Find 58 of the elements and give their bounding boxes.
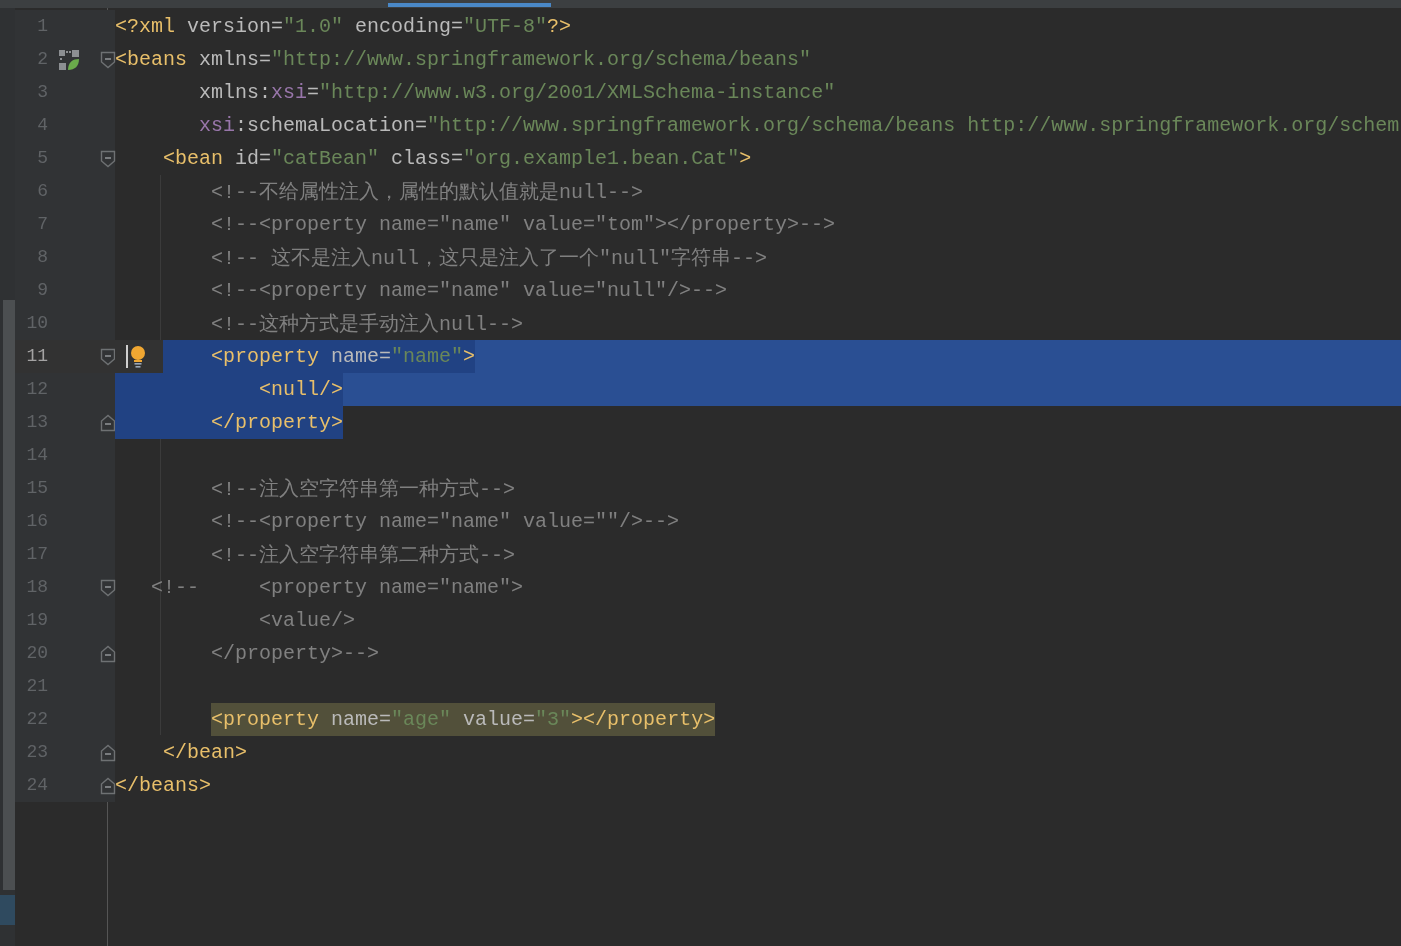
code-text: </bean> xyxy=(163,740,248,766)
fold-icon[interactable] xyxy=(100,150,116,168)
code-text: xsi xyxy=(199,113,236,139)
fold-icon[interactable] xyxy=(100,645,116,663)
code-text: <value/> xyxy=(259,608,356,634)
code-text: encoding= xyxy=(354,14,464,40)
code-text: <!--<property name="name" value="null"/>--> xyxy=(211,278,728,304)
code-text: = xyxy=(307,80,320,106)
code-text: <bean xyxy=(163,146,224,172)
fold-icon[interactable] xyxy=(100,744,116,762)
code-text: xmlns: xyxy=(199,80,272,106)
code-text: "http://www.springframework.org/schema/beans http://www.springframework.org/schem xyxy=(427,113,1400,139)
line-number: 11 xyxy=(25,345,48,368)
code-text: <!--注入空字符串第一种方式--> xyxy=(211,475,516,503)
code-text: name= xyxy=(319,340,392,373)
fold-icon[interactable] xyxy=(100,51,116,69)
code-text: "UTF-8" xyxy=(463,14,548,40)
code-text: </property>--> xyxy=(211,641,380,667)
selection-marker xyxy=(0,895,15,925)
code-text: <beans xyxy=(115,47,187,73)
code-text: <null/> xyxy=(259,373,344,406)
code-text: value= xyxy=(451,703,536,736)
code-text: <!--<property name="name" value="tom"></property>--> xyxy=(211,212,836,238)
code-text: </beans> xyxy=(115,773,211,799)
code-text: version= xyxy=(186,14,284,40)
code-text: > xyxy=(463,340,476,373)
code-text: "catBean" xyxy=(271,146,380,172)
code-text: <!-- <property name="name"> xyxy=(151,575,524,601)
code-text: xsi xyxy=(271,80,308,106)
code-text: id= xyxy=(234,146,272,172)
fold-icon[interactable] xyxy=(100,348,116,366)
code-text: <!--这种方式是手动注入null--> xyxy=(211,310,524,338)
code-text: </property> xyxy=(211,406,344,439)
code-text: name= xyxy=(319,703,392,736)
code-text: "1.0" xyxy=(283,14,344,40)
code-text: <!--不给属性注入，属性的默认值就是null--> xyxy=(211,178,644,206)
code-text: <!-- 这不是注入null，这只是注入了一个"null"字符串--> xyxy=(211,244,768,272)
code-text: class= xyxy=(390,146,464,172)
code-text: <!--注入空字符串第二种方式--> xyxy=(211,541,516,569)
code-text: ?> xyxy=(547,14,572,40)
code-text: <?xml xyxy=(115,14,175,40)
fold-icon[interactable] xyxy=(100,414,116,432)
code-text: xmlns= xyxy=(198,47,272,73)
spring-icon xyxy=(58,49,80,71)
code-text: "http://www.springframework.org/schema/beans" xyxy=(271,47,812,73)
code-text: > xyxy=(739,146,752,172)
code-text: <!--<property name="name" value=""/>--> xyxy=(211,509,680,535)
code-text: <property xyxy=(211,340,320,373)
code-text: :schemaLocation= xyxy=(235,113,428,139)
code-text: "http://www.w3.org/2001/XMLSchema-instance" xyxy=(319,80,836,106)
code-text: "name" xyxy=(391,340,464,373)
code-text: <property xyxy=(211,703,320,736)
lightbulb-icon[interactable] xyxy=(126,345,146,369)
code-text: "org.example1.bean.Cat" xyxy=(463,146,740,172)
code-text: ></property> xyxy=(571,703,716,736)
fold-icon[interactable] xyxy=(100,579,116,597)
fold-icon[interactable] xyxy=(100,777,116,795)
scrollbar-thumb[interactable] xyxy=(3,300,15,890)
